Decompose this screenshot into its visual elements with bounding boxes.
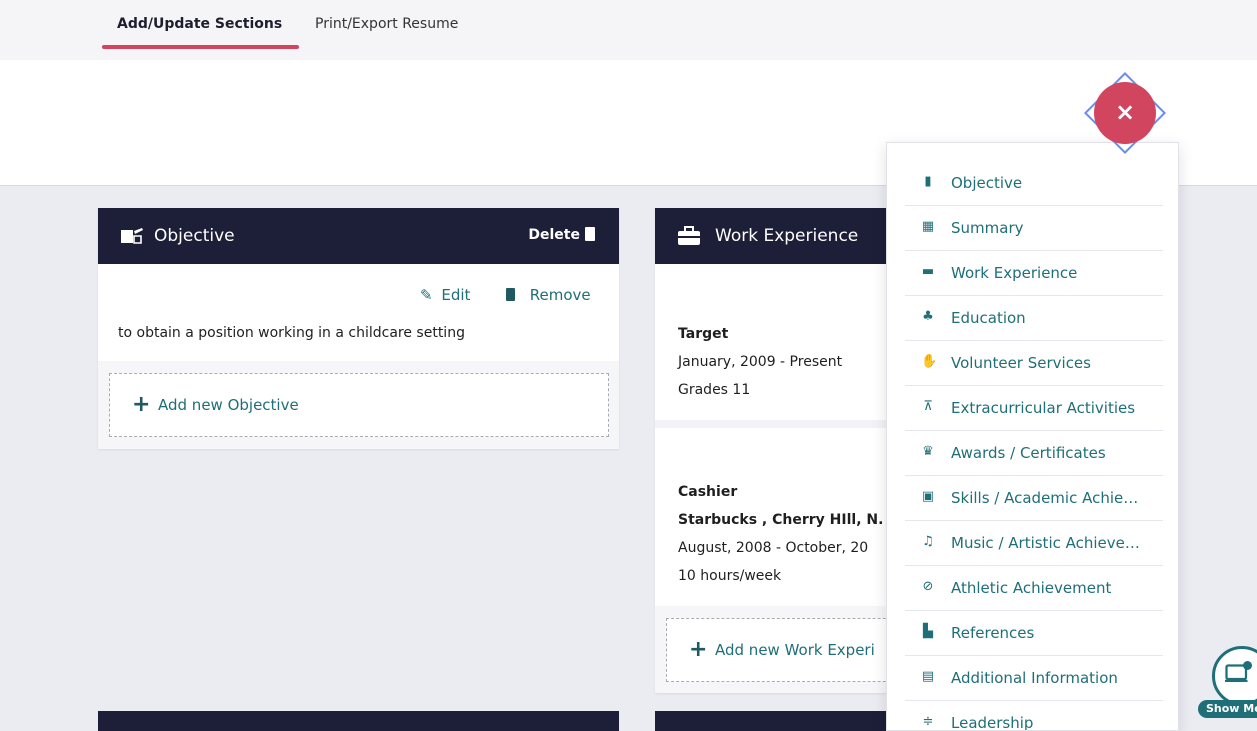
remove-button[interactable]: Remove	[506, 286, 591, 304]
work-entry-dates: August, 2008 - October, 20	[678, 540, 869, 556]
work-entry-detail: 10 hours/week	[678, 568, 782, 584]
menu-item-summary[interactable]: ▦ Summary	[905, 206, 1163, 251]
objective-card: Objective Delete ✎ Edit Remove to obtain…	[98, 208, 619, 449]
screen-icon	[1225, 661, 1252, 682]
active-tab-indicator	[102, 45, 299, 49]
plus-icon: +	[689, 637, 708, 662]
work-experience-card: Work Experience Target January, 2009 - P…	[655, 208, 926, 693]
objective-icon	[121, 228, 143, 244]
menu-item-education[interactable]: ♣ Education	[905, 296, 1163, 341]
work-entry-company: Starbucks , Cherry HIll, N.	[678, 512, 884, 528]
education-icon: ♣	[922, 309, 934, 324]
menu-item-references[interactable]: ▙ References	[905, 611, 1163, 656]
menu-item-objective[interactable]: ▮ Objective	[905, 161, 1163, 206]
remove-label: Remove	[529, 286, 591, 304]
menu-item-extracurricular-activities[interactable]: ⊼ Extracurricular Activities	[905, 386, 1163, 431]
menu-item-label: Volunteer Services	[951, 354, 1091, 372]
add-section-menu: ▮ Objective ▦ Summary ▬ Work Experience …	[886, 142, 1179, 731]
delete-section-button[interactable]: Delete	[528, 227, 595, 243]
menu-item-label: Music / Artistic Achieve…	[951, 534, 1140, 552]
edit-button[interactable]: ✎ Edit	[420, 286, 470, 304]
menu-item-additional-information[interactable]: ▤ Additional Information	[905, 656, 1163, 701]
menu-item-music-artistic[interactable]: ♫ Music / Artistic Achieve…	[905, 521, 1163, 566]
entry-divider	[655, 420, 915, 428]
menu-item-volunteer-services[interactable]: ✋ Volunteer Services	[905, 341, 1163, 386]
work-experience-card-title: Work Experience	[715, 226, 859, 246]
work-experience-card-header: Work Experience	[655, 208, 915, 264]
menu-item-label: References	[951, 624, 1035, 642]
menu-item-skills-academic[interactable]: ▣ Skills / Academic Achie…	[905, 476, 1163, 521]
briefcase-icon: ▬	[921, 264, 935, 279]
add-new-objective-button[interactable]: + Add new Objective	[109, 373, 609, 437]
summary-icon: ▦	[921, 219, 935, 234]
menu-item-label: Summary	[951, 219, 1024, 237]
objective-icon: ▮	[924, 174, 932, 189]
skills-icon: ▣	[921, 489, 935, 504]
close-icon: ×	[1114, 98, 1136, 126]
menu-item-label: Leadership	[951, 714, 1034, 731]
menu-item-leadership[interactable]: ≑ Leadership	[905, 701, 1163, 731]
hand-icon: ✋	[921, 354, 938, 369]
menu-item-label: Extracurricular Activities	[951, 399, 1136, 417]
show-me-widget[interactable]: Show Me	[1198, 646, 1257, 718]
monitor-icon	[1212, 646, 1257, 706]
leadership-icon: ≑	[922, 714, 934, 729]
references-icon: ▙	[923, 624, 933, 639]
next-card-header-left	[98, 711, 619, 731]
work-entry-detail: Grades 11	[678, 382, 751, 398]
edit-label: Edit	[441, 286, 471, 304]
objective-card-header: Objective Delete	[98, 208, 619, 264]
briefcase-icon	[678, 226, 700, 245]
menu-item-label: Additional Information	[951, 669, 1118, 687]
menu-item-label: Objective	[951, 174, 1023, 192]
add-work-zone: + Add new Work Experi	[655, 606, 926, 693]
tab-add-update-sections[interactable]: Add/Update Sections	[117, 16, 282, 32]
menu-item-awards-certificates[interactable]: ♛ Awards / Certificates	[905, 431, 1163, 476]
work-entry-dates: January, 2009 - Present	[678, 354, 843, 370]
telescope-icon: ⊼	[923, 399, 933, 414]
menu-item-label: Work Experience	[951, 264, 1078, 282]
menu-item-label: Skills / Academic Achie…	[951, 489, 1139, 507]
menu-item-label: Awards / Certificates	[951, 444, 1106, 462]
trash-icon	[585, 227, 595, 241]
menu-item-athletic-achievement[interactable]: ⊘ Athletic Achievement	[905, 566, 1163, 611]
close-button-circle: ×	[1094, 82, 1156, 144]
trash-icon	[506, 288, 515, 301]
objective-card-title: Objective	[154, 226, 235, 246]
pencil-icon: ✎	[420, 286, 433, 304]
delete-label: Delete	[528, 227, 580, 243]
show-me-label: Show Me	[1198, 700, 1257, 718]
close-menu-button[interactable]: ×	[1083, 71, 1167, 155]
menu-item-label: Education	[951, 309, 1026, 327]
add-objective-zone: + Add new Objective	[98, 361, 619, 449]
top-tab-bar: Add/Update Sections Print/Export Resume	[0, 0, 1257, 60]
add-new-work-experience-label: Add new Work Experi	[715, 641, 875, 659]
menu-item-label: Athletic Achievement	[951, 579, 1112, 597]
medal-icon: ♛	[922, 444, 934, 459]
objective-text: to obtain a position working in a childc…	[118, 325, 465, 341]
tab-print-export-resume[interactable]: Print/Export Resume	[315, 16, 458, 32]
info-document-icon: ▤	[921, 669, 935, 684]
work-entry-position: Cashier	[678, 484, 738, 500]
work-entry-company: Target	[678, 326, 729, 342]
next-card-header-right	[655, 711, 886, 731]
menu-item-work-experience[interactable]: ▬ Work Experience	[905, 251, 1163, 296]
music-file-icon: ♫	[922, 534, 934, 549]
add-new-objective-label: Add new Objective	[158, 396, 299, 414]
plus-icon: +	[132, 392, 151, 417]
football-icon: ⊘	[922, 579, 934, 594]
